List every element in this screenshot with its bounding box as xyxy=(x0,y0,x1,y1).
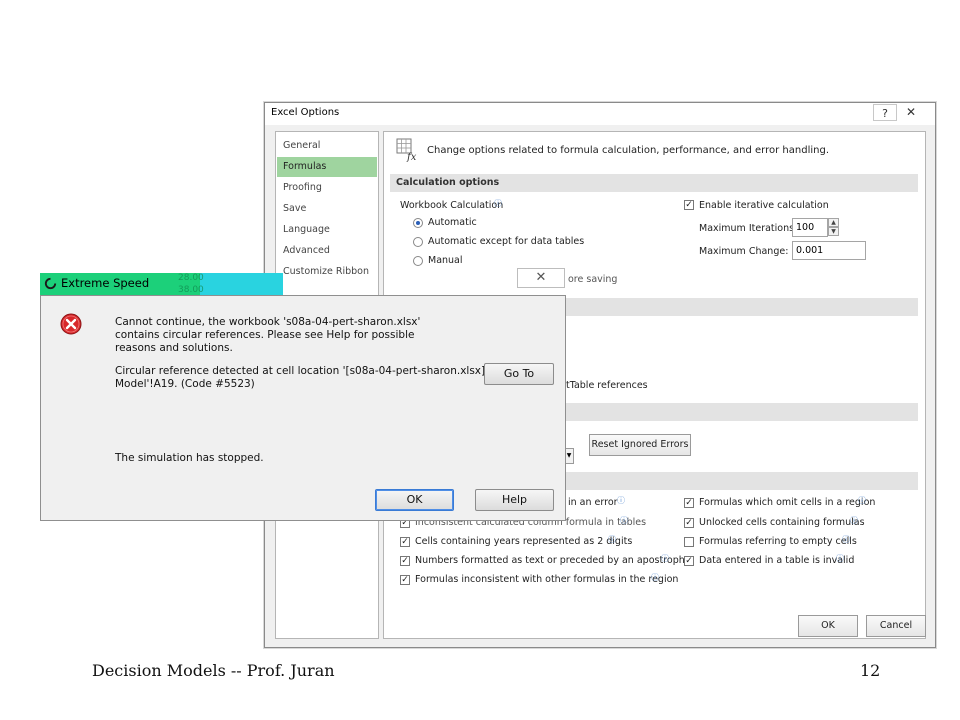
info-icon: ⓘ xyxy=(651,573,659,582)
info-icon: ⓘ xyxy=(608,535,616,544)
sidebar-item-formulas[interactable]: Formulas xyxy=(277,157,377,177)
rule-cells-error-label: in an error xyxy=(568,497,618,508)
max-change-label: Maximum Change: xyxy=(699,246,789,257)
rule-empty-cells-label: Formulas referring to empty cells xyxy=(699,536,857,547)
error-message-line: contains circular references. Please see… xyxy=(115,329,415,341)
help-icon[interactable]: ? xyxy=(873,104,897,121)
radio-automatic-except-tables[interactable] xyxy=(413,237,423,247)
options-ok-button[interactable]: OK xyxy=(798,615,858,637)
radio-manual-label: Manual xyxy=(428,255,463,266)
circular-reference-line: Circular reference detected at cell loca… xyxy=(115,365,486,377)
refresh-icon xyxy=(44,277,57,290)
sidebar-item-language[interactable]: Language xyxy=(277,220,377,240)
error-icon xyxy=(60,313,82,335)
error-message-line: Cannot continue, the workbook 's08a-04-p… xyxy=(115,316,421,328)
simulation-stopped-text: The simulation has stopped. xyxy=(115,452,264,464)
sidebar-item-proofing[interactable]: Proofing xyxy=(277,178,377,198)
spin-down-icon[interactable]: ▼ xyxy=(828,227,839,236)
sidebar-item-customize-ribbon[interactable]: Customize Ribbon xyxy=(277,262,377,282)
rule-checkbox[interactable]: ✓ xyxy=(684,518,694,528)
rule-checkbox[interactable]: ✓ xyxy=(400,537,410,547)
help-button[interactable]: Help xyxy=(475,489,554,511)
excel-options-titlebar: Excel Options ? ✕ xyxy=(265,103,935,125)
excel-options-title: Excel Options xyxy=(271,107,340,118)
workbook-calculation-label: Workbook Calculation xyxy=(400,200,504,211)
close-icon[interactable]: ✕ xyxy=(899,104,923,121)
rule-checkbox[interactable]: ✓ xyxy=(684,498,694,508)
max-change-input[interactable]: 0.001 xyxy=(792,241,866,260)
calculation-options-header: Calculation options xyxy=(390,174,918,192)
spin-up-icon[interactable]: ▲ xyxy=(828,218,839,227)
ghost-cell-value: 38.00 xyxy=(178,285,204,295)
radio-automatic-label: Automatic xyxy=(428,217,477,228)
info-icon: ⓘ xyxy=(661,554,669,563)
radio-automatic[interactable] xyxy=(413,218,423,228)
close-icon[interactable]: ✕ xyxy=(517,268,565,288)
info-icon: ⓘ xyxy=(842,535,850,544)
rule-checkbox[interactable] xyxy=(684,537,694,547)
info-icon: ⓘ xyxy=(494,199,502,208)
rule-invalid-table-data-label: Data entered in a table is invalid xyxy=(699,555,855,566)
slide-page-number: 12 xyxy=(860,661,881,680)
svg-text:fx: fx xyxy=(406,152,417,162)
info-icon: ⓘ xyxy=(617,496,625,505)
rule-omit-cells-label: Formulas which omit cells in a region xyxy=(699,497,876,508)
rule-two-digit-years-label: Cells containing years represented as 2 … xyxy=(415,536,633,547)
rule-unlocked-cells-label: Unlocked cells containing formulas xyxy=(699,517,865,528)
info-icon: ⓘ xyxy=(858,496,866,505)
slide-footer-text: Decision Models -- Prof. Juran xyxy=(92,661,335,680)
max-iterations-label: Maximum Iterations: xyxy=(699,223,798,234)
error-message-line: reasons and solutions. xyxy=(115,342,233,354)
extreme-speed-dialog: Cannot continue, the workbook 's08a-04-p… xyxy=(40,295,566,521)
sidebar-item-advanced[interactable]: Advanced xyxy=(277,241,377,261)
go-to-button[interactable]: Go To xyxy=(484,363,554,385)
rule-inconsistent-region-label: Formulas inconsistent with other formula… xyxy=(415,574,679,585)
circular-reference-line: Model'!A19. (Code #5523) xyxy=(115,378,255,390)
radio-automatic-except-tables-label: Automatic except for data tables xyxy=(428,236,585,247)
radio-manual[interactable] xyxy=(413,256,423,266)
rule-checkbox[interactable]: ✓ xyxy=(400,556,410,566)
extreme-speed-title: Extreme Speed xyxy=(61,276,150,290)
intro-text: Change options related to formula calcul… xyxy=(427,145,829,156)
info-icon: ⓘ xyxy=(836,554,844,563)
enable-iterative-label: Enable iterative calculation xyxy=(699,200,829,211)
formula-fx-icon: fx xyxy=(396,138,417,162)
rule-checkbox[interactable]: ✓ xyxy=(684,556,694,566)
sidebar-item-save[interactable]: Save xyxy=(277,199,377,219)
max-iterations-input[interactable]: 100 xyxy=(792,218,828,237)
options-cancel-button[interactable]: Cancel xyxy=(866,615,926,637)
reset-ignored-errors-button[interactable]: Reset Ignored Errors xyxy=(589,434,691,456)
pivot-references-fragment: tTable references xyxy=(566,380,648,391)
rule-numbers-as-text-label: Numbers formatted as text or preceded by… xyxy=(415,555,691,566)
info-icon: ⓘ xyxy=(620,516,628,525)
ok-button[interactable]: OK xyxy=(375,489,454,511)
sidebar-item-general[interactable]: General xyxy=(277,136,377,156)
ghost-cell-value: 28.00 xyxy=(178,273,204,283)
info-icon: ⓘ xyxy=(850,516,858,525)
enable-iterative-checkbox[interactable]: ✓ xyxy=(684,200,694,210)
recalc-before-saving-fragment: ore saving xyxy=(568,274,618,285)
titlebar-highlight xyxy=(200,273,283,295)
rule-checkbox[interactable]: ✓ xyxy=(400,575,410,585)
extreme-speed-titlebar: 28.00 38.00 Extreme Speed xyxy=(40,273,283,295)
